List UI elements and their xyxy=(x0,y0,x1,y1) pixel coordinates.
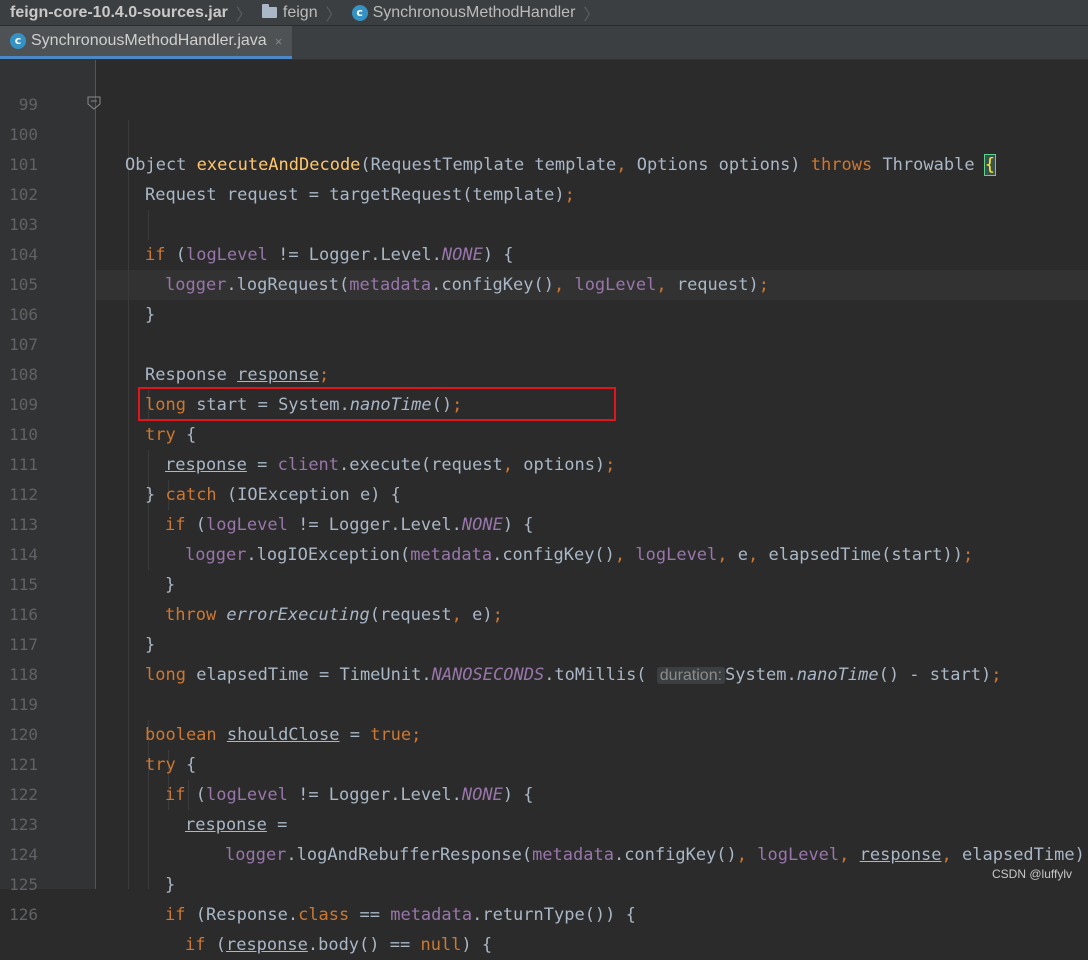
code-text: if (response.body() == null) { xyxy=(185,935,493,955)
breadcrumb-separator-icon: 〉 xyxy=(235,6,252,24)
code-line-112: 112 if (logLevel != Logger.Level.NONE) { xyxy=(0,450,1088,535)
code-line-99: 99 xyxy=(0,60,1088,114)
code-line-103: 103 if (logLevel != Logger.Level.NONE) { xyxy=(0,180,1088,265)
breadcrumb-class[interactable]: c SynchronousMethodHandler xyxy=(342,0,582,25)
code-line-125: 125 if (Response.class == metadata.retur… xyxy=(0,840,1088,925)
highlight-annotation-box xyxy=(138,387,616,421)
code-line-105: 105 } xyxy=(0,240,1088,325)
close-icon[interactable]: × xyxy=(275,34,283,49)
breadcrumb-separator-icon: 〉 xyxy=(325,6,342,24)
code-line-114: 114 } xyxy=(0,510,1088,595)
breadcrumb-package-label: feign xyxy=(282,3,318,21)
breadcrumb-package[interactable]: feign xyxy=(252,0,324,25)
watermark: CSDN @luffylv xyxy=(992,867,1072,881)
class-icon: c xyxy=(10,33,26,49)
breadcrumb: feign-core-10.4.0-sources.jar 〉 feign 〉 … xyxy=(0,0,1088,26)
code-line-117: 117 long elapsedTime = TimeUnit.NANOSECO… xyxy=(0,600,1088,685)
breadcrumb-class-label: SynchronousMethodHandler xyxy=(372,3,576,21)
code-line-115: 115 throw errorExecuting(request, e); xyxy=(0,540,1088,625)
tab-label: SynchronousMethodHandler.java xyxy=(31,32,267,49)
code-line-101: 101 Request request = targetRequest(temp… xyxy=(0,120,1088,205)
code-line-111: 111 } catch (IOException e) { xyxy=(0,420,1088,505)
code-line-106: 106 xyxy=(0,270,1088,324)
class-icon: c xyxy=(351,4,368,21)
code-line-104: 104 logger.logRequest(metadata.configKey… xyxy=(0,210,1088,295)
code-line-102: 102 xyxy=(0,150,1088,204)
code-line-123: 123 logger.logAndRebufferResponse(metada… xyxy=(0,780,1088,865)
code-line-116: 116 } xyxy=(0,570,1088,655)
folder-icon xyxy=(261,4,277,18)
breadcrumb-jar-label: feign-core-10.4.0-sources.jar xyxy=(10,3,228,21)
code-line-113: 113 logger.logIOException(metadata.confi… xyxy=(0,480,1088,565)
code-line-118: 118 xyxy=(0,630,1088,684)
code-line-119: 119 boolean shouldClose = true; xyxy=(0,660,1088,745)
code-line-120: 120 try { xyxy=(0,690,1088,775)
code-line-108: 108 long start = System.nanoTime(); xyxy=(0,330,1088,415)
code-line-126: 126 if (response.body() == null) { xyxy=(0,870,1088,955)
code-line-107: 107 Response response; xyxy=(0,300,1088,385)
breadcrumb-jar[interactable]: feign-core-10.4.0-sources.jar xyxy=(0,0,234,25)
code-line-121: 121 if (logLevel != Logger.Level.NONE) { xyxy=(0,720,1088,805)
code-line-124: 124 } xyxy=(0,810,1088,895)
editor-tab-bar: c SynchronousMethodHandler.java × xyxy=(0,26,1088,60)
tab-synchronous-method-handler[interactable]: c SynchronousMethodHandler.java × xyxy=(0,26,293,59)
code-line-109: 109 try { xyxy=(0,360,1088,445)
code-line-100: 100 Object executeAndDecode(RequestTempl… xyxy=(0,90,1088,176)
line-number: 126 xyxy=(9,905,38,924)
breadcrumb-separator-icon: 〉 xyxy=(583,6,600,24)
code-text: if (Response.class == metadata.returnTyp… xyxy=(165,905,636,925)
code-line-122: 122 response = xyxy=(0,750,1088,835)
